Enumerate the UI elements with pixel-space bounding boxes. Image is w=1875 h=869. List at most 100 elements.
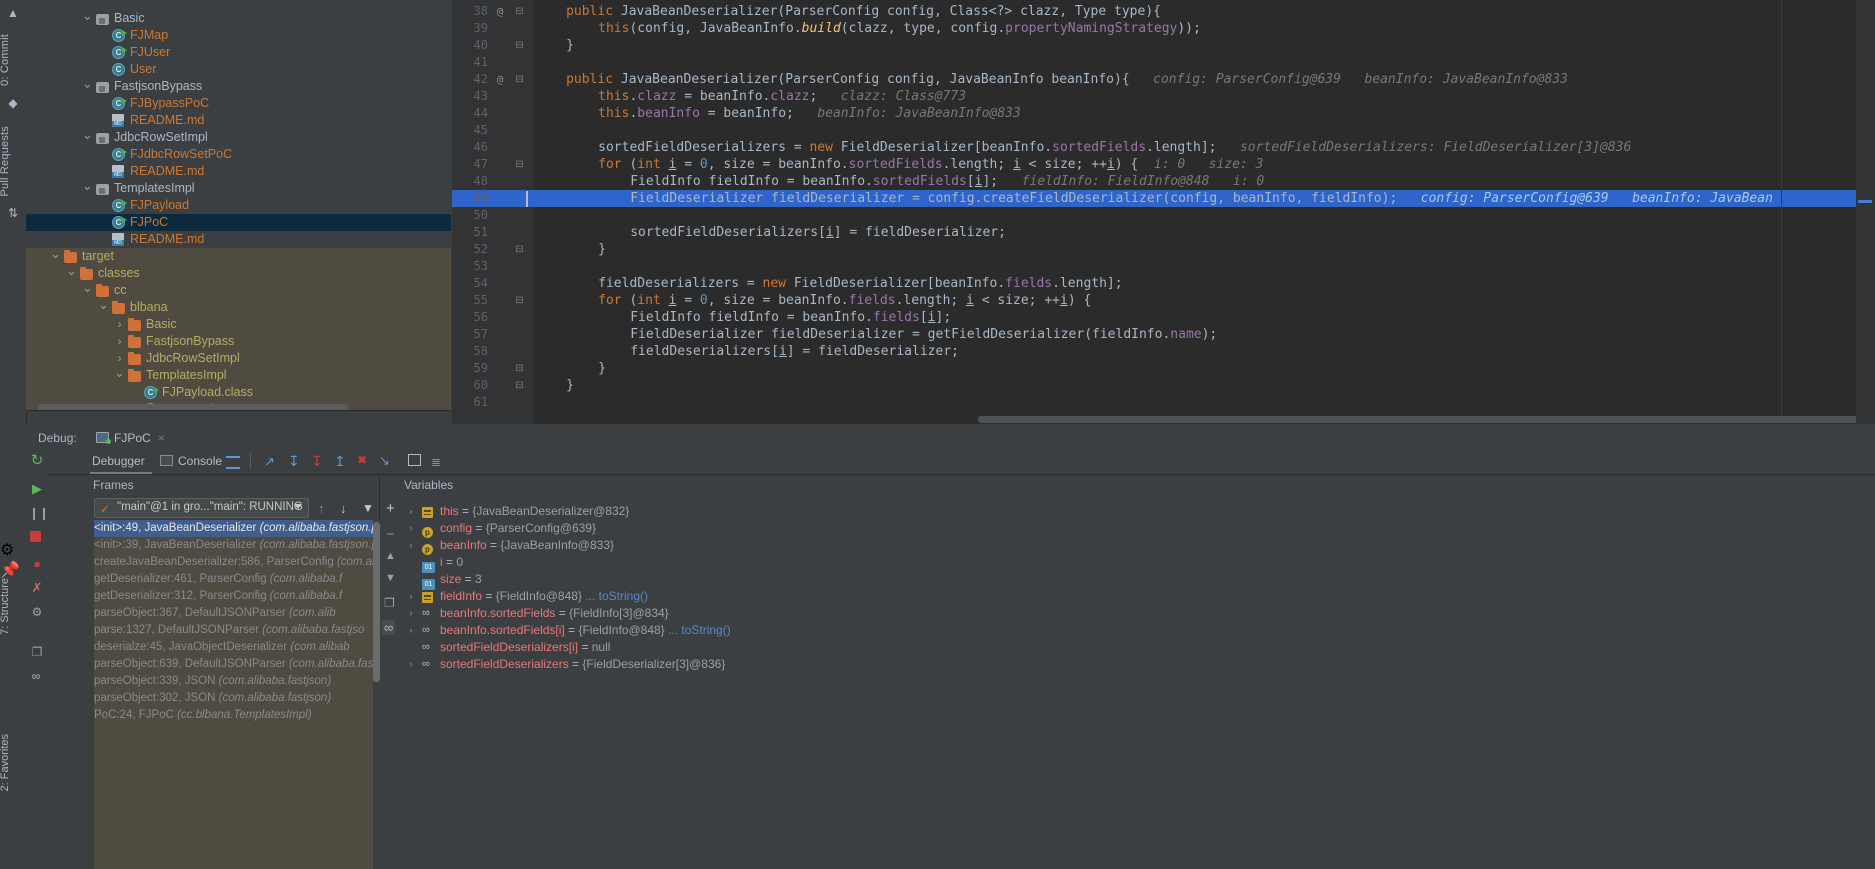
code-line[interactable]: public JavaBeanDeserializer(ParserConfig… bbox=[566, 71, 1568, 88]
gutter-annotation-icon[interactable]: @ bbox=[494, 71, 506, 88]
chevron-down-icon[interactable]: ⌄ bbox=[50, 247, 61, 260]
chevron-right-icon[interactable]: › bbox=[406, 520, 416, 537]
vars-remove-icon[interactable]: − bbox=[386, 526, 395, 543]
debugger-toolbar[interactable]: Debugger Console ↗ ↧ ↧ ↥ ✖ ↘ ≣ bbox=[48, 448, 1875, 475]
chevron-right-icon[interactable]: › bbox=[406, 622, 416, 639]
copy-icon[interactable]: ❐ bbox=[29, 644, 45, 660]
chevron-down-icon[interactable]: ⌄ bbox=[82, 128, 93, 141]
frame-row[interactable]: getDeserializer:461, ParserConfig (com.a… bbox=[94, 571, 379, 588]
fold-toggle-icon[interactable]: ⊟ bbox=[514, 360, 525, 377]
code-line[interactable]: } bbox=[598, 241, 606, 258]
code-line[interactable]: this.beanInfo = beanInfo; beanInfo: Java… bbox=[598, 105, 1021, 122]
chevron-right-icon[interactable]: › bbox=[114, 316, 125, 333]
fold-toggle-icon[interactable]: ⊟ bbox=[514, 377, 525, 394]
chevron-down-icon[interactable] bbox=[294, 504, 302, 509]
evaluate-expression-icon[interactable] bbox=[408, 454, 421, 466]
sidebar-item-pull-requests[interactable]: Pull Requests bbox=[0, 126, 11, 196]
chevron-down-icon[interactable]: ⌄ bbox=[82, 179, 93, 192]
frames-scrollbar-thumb[interactable] bbox=[373, 522, 380, 682]
step-into-icon[interactable]: ↧ bbox=[311, 453, 323, 470]
tree-item-fjmap[interactable]: C FJMap bbox=[26, 27, 451, 44]
code-line[interactable]: } bbox=[566, 37, 574, 54]
run-to-cursor-icon[interactable]: ↘ bbox=[379, 453, 390, 469]
frame-row[interactable]: parseObject:302, JSON (com.alibaba.fastj… bbox=[94, 690, 379, 707]
step-out-icon[interactable]: ↥ bbox=[334, 453, 346, 470]
tree-item-basic[interactable]: ⌄ Basic bbox=[26, 9, 451, 27]
tree-item-fjpoc[interactable]: C FJPoC bbox=[26, 214, 451, 231]
fold-toggle-icon[interactable]: ⊟ bbox=[514, 292, 525, 309]
drop-frame-icon[interactable]: ✖ bbox=[357, 453, 367, 467]
code-line[interactable]: sortedFieldDeserializers = new FieldDese… bbox=[598, 139, 1631, 156]
code-line[interactable]: sortedFieldDeserializers[i] = fieldDeser… bbox=[630, 224, 1006, 241]
frame-row[interactable]: PoC:24, FJPoC (cc.blbana.TemplatesImpl) bbox=[94, 707, 379, 724]
fold-toggle-icon[interactable]: ⊟ bbox=[514, 156, 525, 173]
vars-watch-icon[interactable]: ∞ bbox=[382, 620, 396, 635]
frame-row[interactable]: parse:1327, DefaultJSONParser (com.aliba… bbox=[94, 622, 379, 639]
code-line[interactable]: for (int i = 0, size = beanInfo.fields.l… bbox=[598, 292, 1091, 309]
fold-toggle-icon[interactable]: ⊟ bbox=[514, 71, 525, 88]
tree-item-fjbypasspoc[interactable]: C FJBypassPoC bbox=[26, 95, 451, 112]
tree-item-basic[interactable]: › Basic bbox=[26, 316, 451, 333]
resume-icon[interactable]: ▶ bbox=[29, 481, 45, 497]
chevron-down-icon[interactable]: ⌄ bbox=[82, 281, 93, 294]
tree-item-target[interactable]: ⌄ target bbox=[26, 247, 451, 265]
tree-item-fjuser[interactable]: C FJUser bbox=[26, 44, 451, 61]
sidebar-item-favorites[interactable]: 2: Favorites bbox=[0, 734, 11, 791]
frames-filter-icon[interactable]: ▼ bbox=[362, 501, 374, 515]
tab-debugger[interactable]: Debugger bbox=[92, 452, 145, 470]
code-line[interactable]: } bbox=[566, 377, 574, 394]
show-execution-point-icon[interactable]: ↗ bbox=[264, 454, 275, 470]
layout-lines-icon[interactable] bbox=[226, 456, 240, 469]
tree-item-jdbcrowsetimpl[interactable]: › JdbcRowSetImpl bbox=[26, 350, 451, 367]
collapse-icon[interactable]: ▲ bbox=[6, 6, 20, 20]
tree-item-fjpayload[interactable]: C FJPayload bbox=[26, 197, 451, 214]
frame-row[interactable]: parseObject:639, DefaultJSONParser (com.… bbox=[94, 656, 379, 673]
pause-icon[interactable]: ❙❙ bbox=[29, 505, 49, 521]
chevron-right-icon[interactable]: › bbox=[406, 588, 416, 605]
tree-item-templatesimpl[interactable]: ⌄ TemplatesImpl bbox=[26, 366, 451, 384]
tree-item-blbana[interactable]: ⌄ blbana bbox=[26, 298, 451, 316]
chevron-down-icon[interactable]: ⌄ bbox=[114, 366, 125, 379]
frame-row[interactable]: parseObject:367, DefaultJSONParser (com.… bbox=[94, 605, 379, 622]
code-line[interactable]: fieldDeserializers = new FieldDeserializ… bbox=[598, 275, 1122, 292]
tree-item-fastjsonbypass[interactable]: ⌄ FastjsonBypass bbox=[26, 77, 451, 95]
project-tree[interactable]: ⌄ Basic C FJMap C FJUser C User ⌄ FastjsonBypass C… bbox=[26, 0, 451, 410]
fold-toggle-icon[interactable]: ⊟ bbox=[514, 3, 525, 20]
editor-marker-pane[interactable] bbox=[1856, 0, 1875, 424]
tab-console[interactable]: Console bbox=[178, 452, 222, 470]
frames-up-icon[interactable]: ↑ bbox=[318, 501, 325, 516]
chevron-down-icon[interactable]: ⌄ bbox=[98, 298, 109, 311]
tree-item-cc[interactable]: ⌄ cc bbox=[26, 281, 451, 299]
vars-copy-icon[interactable]: ❐ bbox=[384, 596, 395, 610]
chevron-right-icon[interactable]: › bbox=[114, 333, 125, 350]
frame-row[interactable]: createJavaBeanDeserializer:586, ParserCo… bbox=[94, 554, 379, 571]
chevron-down-icon[interactable]: ⌄ bbox=[82, 77, 93, 90]
variable-tostring-link[interactable]: ... toString() bbox=[665, 623, 731, 637]
tree-item-fastjsonbypass[interactable]: › FastjsonBypass bbox=[26, 333, 451, 350]
code-line[interactable]: public JavaBeanDeserializer(ParserConfig… bbox=[566, 3, 1161, 20]
chevron-right-icon[interactable]: › bbox=[406, 605, 416, 622]
vars-down-icon[interactable]: ▼ bbox=[385, 572, 396, 584]
frame-row[interactable]: deserialze:45, JavaObjectDeserializer (c… bbox=[94, 639, 379, 656]
chevron-right-icon[interactable]: › bbox=[406, 503, 416, 520]
step-over-icon[interactable]: ↧ bbox=[288, 453, 300, 470]
variable-tostring-link[interactable]: ... toString() bbox=[582, 589, 648, 603]
tree-item-fjpayload-class[interactable]: C FJPayload.class bbox=[26, 384, 451, 401]
chevron-down-icon[interactable]: ⌄ bbox=[82, 9, 93, 22]
fold-toggle-icon[interactable]: ⊟ bbox=[514, 241, 525, 258]
frame-row[interactable]: <init>:39, JavaBeanDeserializer (com.ali… bbox=[94, 537, 379, 554]
stop-icon[interactable] bbox=[30, 531, 41, 542]
view-breakpoints-icon[interactable]: ● bbox=[29, 556, 45, 572]
code-line[interactable]: FieldDeserializer fieldDeserializer = co… bbox=[630, 190, 1773, 207]
sidebar-item-structure[interactable]: 7: Structure bbox=[0, 578, 11, 635]
frame-row[interactable]: parseObject:339, JSON (com.alibaba.fastj… bbox=[94, 673, 379, 690]
close-icon[interactable]: × bbox=[158, 431, 165, 445]
code-line[interactable]: } bbox=[598, 360, 606, 377]
watches-icon[interactable]: ∞ bbox=[28, 668, 44, 684]
code-line[interactable]: FieldInfo fieldInfo = beanInfo.sortedFie… bbox=[630, 173, 1264, 190]
vars-add-icon[interactable]: + bbox=[386, 500, 395, 517]
editor-horizontal-scrollbar[interactable] bbox=[978, 416, 1858, 423]
chevron-down-icon[interactable]: ⌄ bbox=[66, 264, 77, 277]
code-editor[interactable]: 38 @ ⊟ public JavaBeanDeserializer(ParserCo… bbox=[452, 0, 1875, 424]
gutter-annotation-icon[interactable]: @ bbox=[494, 3, 506, 20]
